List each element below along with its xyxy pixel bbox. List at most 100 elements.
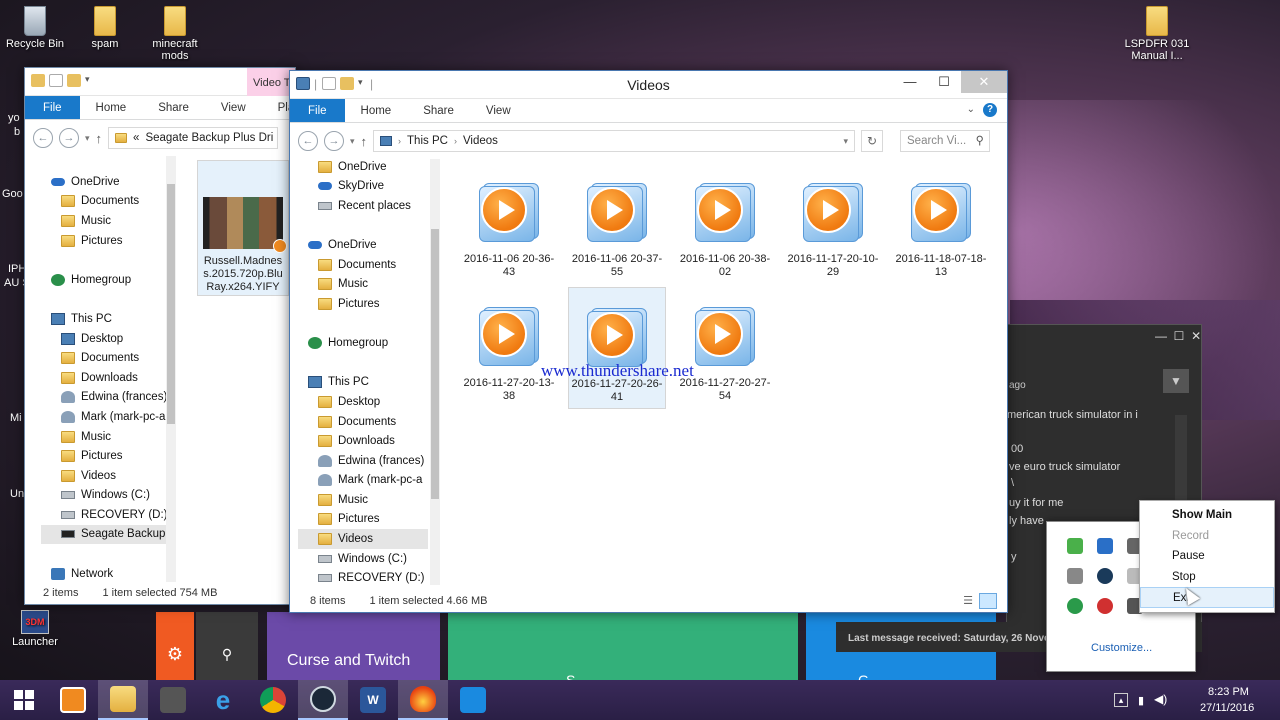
nav-item-documents[interactable]: Documents xyxy=(41,192,171,212)
nav-item-recent-places[interactable]: Recent places xyxy=(298,196,428,216)
start-tile-curse[interactable]: Curse and Twitch xyxy=(267,612,440,680)
expand-ribbon-icon[interactable]: ⌄ xyxy=(967,104,975,115)
nav-item-homegroup[interactable]: Homegroup xyxy=(41,270,171,290)
up-button[interactable]: ↑ xyxy=(96,131,103,146)
titlebar[interactable]: | ▾ | Videos — ☐ ✕ xyxy=(290,71,1007,99)
nav-item-videos[interactable]: Videos xyxy=(41,466,171,486)
nav-item-documents[interactable]: Documents xyxy=(41,348,171,368)
close-button[interactable]: ✕ xyxy=(961,71,1007,93)
recent-locations-button[interactable]: ▾ xyxy=(85,133,90,144)
menu-item-record[interactable]: Record xyxy=(1140,526,1274,547)
start-tile-search[interactable]: ⚲ xyxy=(196,612,258,680)
recent-locations-button[interactable]: ▾ xyxy=(350,136,355,147)
explorer-window-videos[interactable]: | ▾ | Videos — ☐ ✕ File Home Share View … xyxy=(289,70,1008,613)
customize-link[interactable]: Customize... xyxy=(1091,642,1152,654)
minimize-button[interactable]: — xyxy=(893,71,927,93)
nav-scrollbar[interactable] xyxy=(430,159,440,585)
nav-scrollbar[interactable] xyxy=(166,156,176,582)
taskbar-recorder[interactable] xyxy=(448,680,498,720)
menu-item-exit[interactable]: Exit xyxy=(1140,587,1274,608)
tab-home[interactable]: Home xyxy=(80,96,143,119)
show-hidden-icons-button[interactable]: ▴ xyxy=(1114,693,1128,707)
nav-item-skydrive[interactable]: SkyDrive xyxy=(298,177,428,197)
nav-item-downloads[interactable]: Downloads xyxy=(298,431,428,451)
scroll-thumb[interactable] xyxy=(167,184,175,424)
utorrent-icon[interactable] xyxy=(1067,598,1083,614)
large-icons-view-button[interactable] xyxy=(979,593,997,609)
nav-item-music[interactable]: Music xyxy=(298,490,428,510)
explorer-window-back[interactable]: ▾ Video T File Home Share View Play ← → … xyxy=(24,67,296,605)
tab-file[interactable]: File xyxy=(290,99,345,122)
chevron-down-icon[interactable]: ▾ xyxy=(85,74,93,87)
breadcrumb-this-pc[interactable]: This PC xyxy=(407,135,448,147)
nav-item-recovery-d[interactable]: RECOVERY (D:) xyxy=(41,505,171,525)
nav-item-windows-c[interactable]: Windows (C:) xyxy=(41,486,171,506)
address-dropdown-icon[interactable]: ▾ xyxy=(844,136,849,147)
taskbar-word[interactable]: W xyxy=(348,680,398,720)
nav-item-videos[interactable]: Videos xyxy=(298,529,428,549)
taskbar-keyboard-app[interactable] xyxy=(148,680,198,720)
tab-file[interactable]: File xyxy=(25,96,80,119)
menu-item-stop[interactable]: Stop xyxy=(1140,567,1274,588)
video-file-item[interactable]: 2016-11-06 20-36-43 xyxy=(460,181,558,301)
menu-item-show-main[interactable]: Show Main xyxy=(1140,505,1274,526)
nav-item-network[interactable]: Network xyxy=(41,564,171,584)
nav-item-downloads[interactable]: Downloads xyxy=(41,368,171,388)
taskbar-internet-explorer[interactable]: e xyxy=(198,680,248,720)
printer-icon[interactable] xyxy=(1067,568,1083,584)
breadcrumb-videos[interactable]: Videos xyxy=(463,135,498,147)
taskbar-media-player[interactable] xyxy=(48,680,98,720)
nav-item-music[interactable]: Music xyxy=(41,427,171,447)
nav-item-recovery-d[interactable]: RECOVERY (D:) xyxy=(298,568,428,588)
address-bar[interactable]: › This PC › Videos ▾ xyxy=(373,130,856,152)
nav-item-pictures[interactable]: Pictures xyxy=(298,510,428,530)
back-button[interactable]: ← xyxy=(298,131,318,151)
nav-item-pictures[interactable]: Pictures xyxy=(41,231,171,251)
nav-item-desktop[interactable]: Desktop xyxy=(41,329,171,349)
spam-folder-desktop-icon[interactable]: spam xyxy=(70,6,140,50)
nav-item-music[interactable]: Music xyxy=(298,275,428,295)
nav-item-music[interactable]: Music xyxy=(41,211,171,231)
volume-icon[interactable]: ◀) xyxy=(1154,692,1167,706)
nav-item-edwina[interactable]: Edwina (frances) xyxy=(41,388,171,408)
nav-item-windows-c[interactable]: Windows (C:) xyxy=(298,549,428,569)
search-input[interactable]: Search Vi... ⚲ xyxy=(900,130,990,152)
start-tile-green[interactable]: S xyxy=(448,612,798,688)
new-folder-icon[interactable] xyxy=(67,74,81,87)
nav-item-this-pc[interactable]: This PC xyxy=(298,373,428,393)
red-app-icon[interactable] xyxy=(1097,598,1113,614)
tab-share[interactable]: Share xyxy=(142,96,205,119)
video-file-item[interactable]: 2016-11-06 20-37-55 xyxy=(568,181,666,301)
signal-icon[interactable]: ▮ xyxy=(1138,694,1144,707)
clock-date[interactable]: 27/11/2016 xyxy=(1200,702,1254,714)
checkmark-app-icon[interactable] xyxy=(1067,538,1083,554)
chat-dropdown[interactable]: ▼ xyxy=(1163,369,1189,393)
taskbar-chrome[interactable] xyxy=(248,680,298,720)
maximize-button[interactable]: ☐ xyxy=(927,71,961,93)
nav-item-onedrive[interactable]: OneDrive xyxy=(298,235,428,255)
nav-item-onedrive[interactable]: OneDrive xyxy=(298,157,428,177)
start-tile-settings[interactable]: ⚙ xyxy=(156,612,194,680)
video-file-item-selected[interactable]: 2016-11-27-20-26-41 xyxy=(568,287,666,409)
nav-item-seagate[interactable]: Seagate Backup I xyxy=(41,524,171,545)
details-view-button[interactable]: ☰ xyxy=(963,594,973,607)
tab-view[interactable]: View xyxy=(205,96,262,119)
nav-item-pictures[interactable]: Pictures xyxy=(298,294,428,314)
forward-button[interactable]: → xyxy=(324,131,344,151)
taskbar-file-explorer[interactable] xyxy=(98,680,148,720)
up-button[interactable]: ↑ xyxy=(361,134,368,149)
taskbar-fire-app[interactable] xyxy=(398,680,448,720)
forward-button[interactable]: → xyxy=(59,128,79,148)
video-file-item[interactable]: 2016-11-18-07-18-13 xyxy=(892,181,990,301)
tab-home[interactable]: Home xyxy=(345,99,408,122)
nav-item-onedrive[interactable]: OneDrive xyxy=(41,172,171,192)
menu-item-pause[interactable]: Pause xyxy=(1140,546,1274,567)
launcher-desktop-icon[interactable]: 3DM Launcher xyxy=(0,610,70,648)
file-item[interactable]: Russell.Madness.2015.720p.BluRay.x264.YI… xyxy=(197,160,289,296)
titlebar[interactable]: ▾ Video T xyxy=(25,68,295,96)
help-icon[interactable]: ? xyxy=(983,103,997,117)
clock-time[interactable]: 8:23 PM xyxy=(1208,686,1249,698)
back-button[interactable]: ← xyxy=(33,128,53,148)
nav-item-mark[interactable]: Mark (mark-pc-a xyxy=(298,471,428,491)
taskbar-steam[interactable] xyxy=(298,680,348,720)
